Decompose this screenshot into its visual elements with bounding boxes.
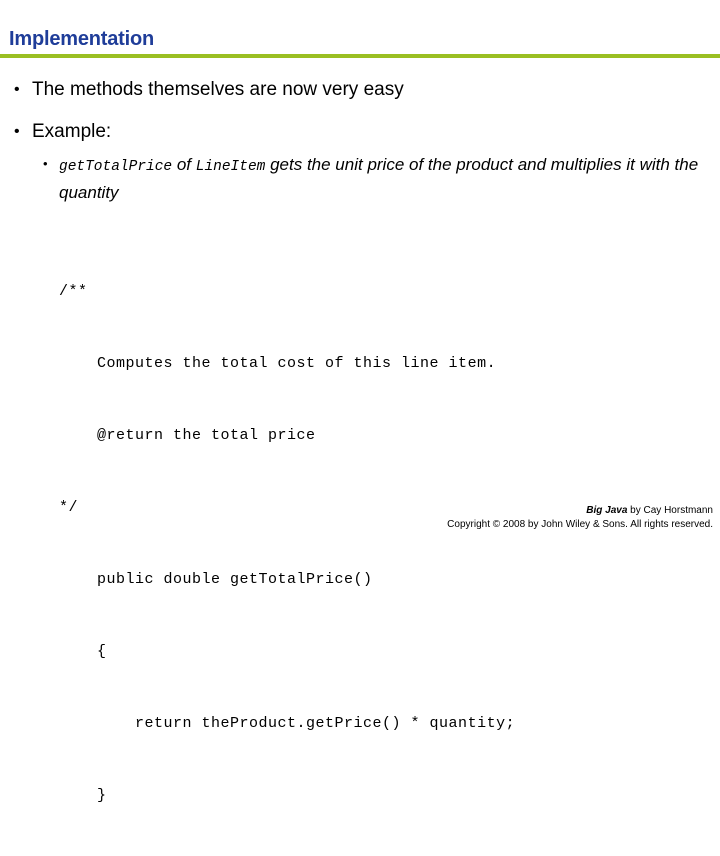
code-line: /**: [59, 283, 88, 300]
title-divider: [0, 54, 720, 58]
code-identifier-gettotalprice: getTotalPrice: [59, 159, 173, 175]
sub-bullet-connector-1: of: [172, 155, 196, 174]
bullet-item-1-label: The methods themselves are now very easy: [32, 79, 404, 100]
footer-copyright: Copyright © 2008 by John Wiley & Sons. A…: [447, 519, 713, 530]
code-line: Computes the total cost of this line ite…: [59, 355, 497, 372]
footer-attribution: Big Java by Cay Horstmann: [447, 504, 713, 518]
code-block: /** Computes the total cost of this line…: [59, 232, 515, 856]
code-line: public double getTotalPrice(): [59, 571, 373, 588]
code-line: }: [59, 787, 107, 804]
code-line: @return the total price: [59, 427, 316, 444]
slide-header: Implementation: [0, 26, 720, 58]
bullet-item-1: • The methods themselves are now very ea…: [14, 78, 404, 102]
code-line: return theProduct.getPrice() * quantity;: [59, 715, 516, 732]
sub-bullet-text: getTotalPrice of LineItem gets the unit …: [59, 152, 711, 206]
slide-footer: Big Java by Cay Horstmann Copyright © 20…: [447, 504, 713, 532]
code-line: {: [59, 643, 107, 660]
bullet-item-2: • Example:: [14, 120, 111, 144]
bullet-marker-icon: •: [14, 123, 20, 140]
footer-book-title: Big Java: [586, 505, 628, 516]
sub-bullet-item: • getTotalPrice of LineItem gets the uni…: [43, 152, 711, 206]
code-identifier-lineitem: LineItem: [195, 159, 266, 175]
footer-byline: by Cay Horstmann: [627, 505, 713, 516]
page-title: Implementation: [9, 28, 154, 50]
slide-canvas: Implementation • The methods themselves …: [0, 0, 720, 804]
bullet-marker-icon: •: [14, 81, 20, 98]
bullet-item-2-label: Example:: [32, 121, 112, 142]
sub-bullet-marker-icon: •: [43, 156, 48, 171]
